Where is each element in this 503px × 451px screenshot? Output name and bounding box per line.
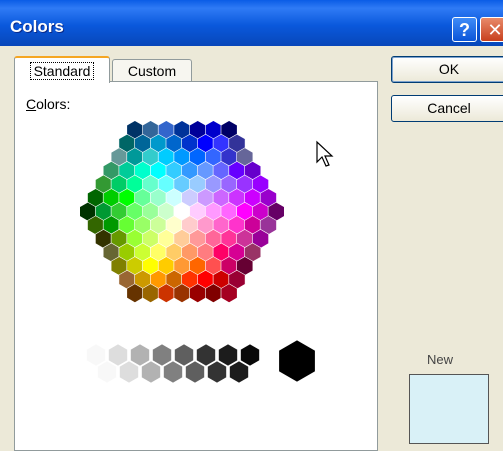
- gray-cell[interactable]: [130, 343, 150, 367]
- gray-cell[interactable]: [86, 343, 106, 367]
- gray-cell[interactable]: [185, 360, 205, 384]
- gray-cell[interactable]: [218, 343, 238, 367]
- cancel-button[interactable]: Cancel: [391, 95, 503, 122]
- gray-cell[interactable]: [240, 343, 260, 367]
- tab-standard[interactable]: Standard: [14, 56, 110, 83]
- new-color-label: New: [427, 352, 454, 367]
- gray-cell[interactable]: [97, 360, 117, 384]
- gray-cell[interactable]: [108, 343, 128, 367]
- ok-button[interactable]: OK: [391, 56, 503, 83]
- black-color-cell[interactable]: [278, 339, 316, 383]
- new-color-swatch: [409, 374, 489, 444]
- gray-cell[interactable]: [119, 360, 139, 384]
- tab-standard-label: Standard: [29, 62, 95, 80]
- gray-cell[interactable]: [174, 343, 194, 367]
- mouse-pointer-icon: [316, 140, 334, 167]
- gray-cell[interactable]: [152, 343, 172, 367]
- white-color-cell[interactable]: [34, 339, 72, 383]
- gray-cell[interactable]: [196, 343, 216, 367]
- gray-cell[interactable]: [163, 360, 183, 384]
- gray-cell[interactable]: [141, 360, 161, 384]
- gray-cell[interactable]: [229, 360, 249, 384]
- gray-cell[interactable]: [207, 360, 227, 384]
